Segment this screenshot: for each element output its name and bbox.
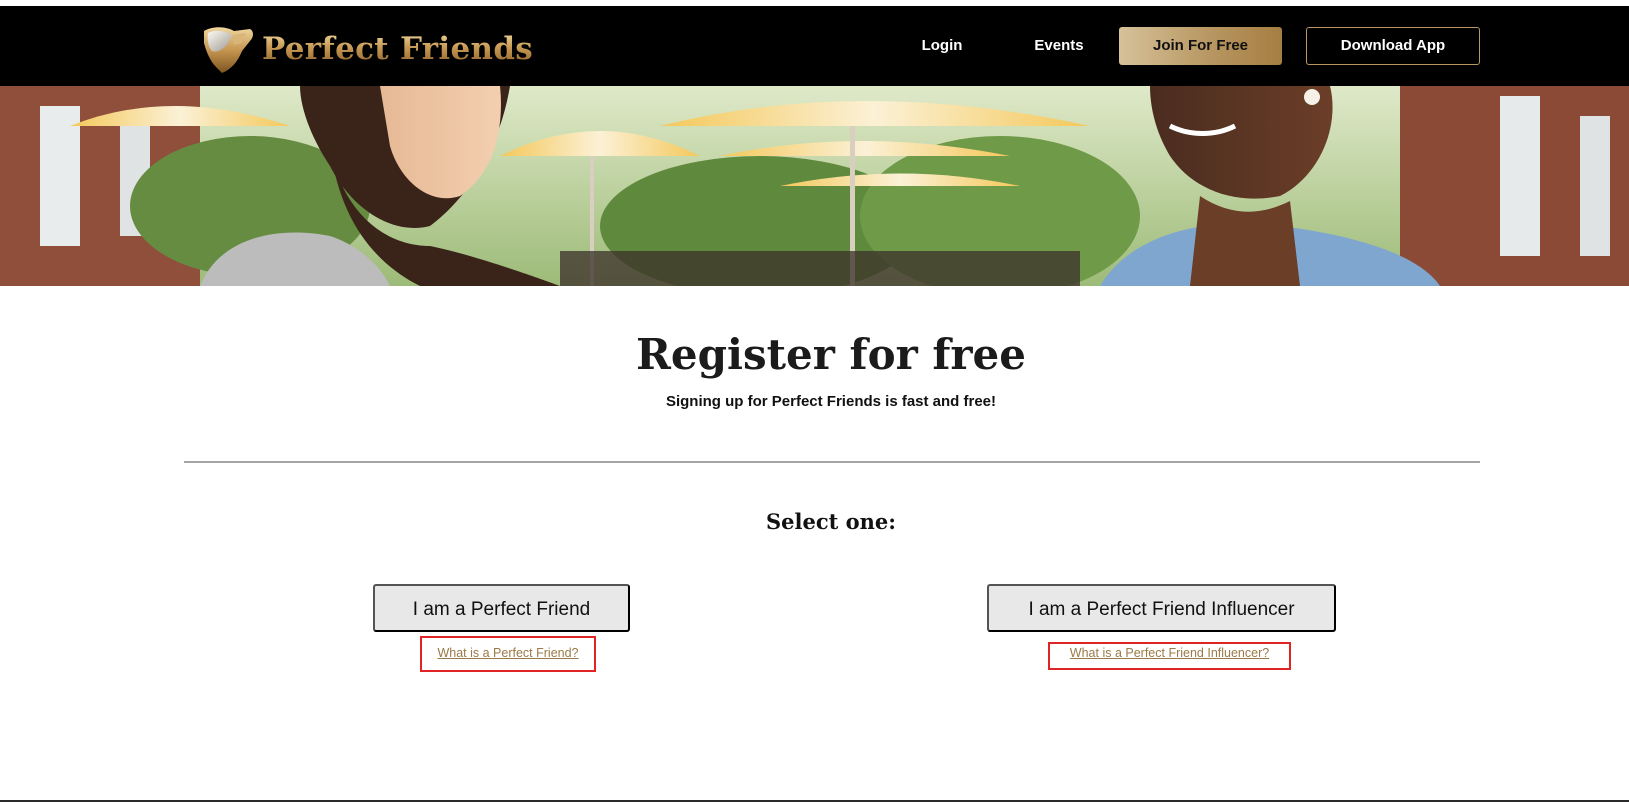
download-app-button[interactable]: Download App <box>1306 27 1480 65</box>
what-is-perfect-friend-link[interactable]: What is a Perfect Friend? <box>420 646 596 660</box>
brand-name: Perfect Friends <box>262 31 534 67</box>
nav-events-link[interactable]: Events <box>1024 30 1094 62</box>
page-title: Register for free <box>636 330 1026 379</box>
brand-logo[interactable]: Perfect Friends <box>198 20 533 78</box>
section-divider <box>184 461 1480 463</box>
what-is-influencer-link[interactable]: What is a Perfect Friend Influencer? <box>1048 646 1291 660</box>
handshake-icon <box>204 27 253 73</box>
hero-banner-image <box>0 86 1629 286</box>
page-subtitle: Signing up for Perfect Friends is fast a… <box>665 393 997 410</box>
perfect-friend-button[interactable]: I am a Perfect Friend <box>373 584 630 632</box>
join-for-free-button[interactable]: Join For Free <box>1119 27 1282 65</box>
select-one-heading: Select one: <box>765 509 897 534</box>
influencer-button[interactable]: I am a Perfect Friend Influencer <box>987 584 1336 632</box>
nav-login-link[interactable]: Login <box>912 30 972 62</box>
site-header: Perfect Friends Login Events Join For Fr… <box>0 6 1629 86</box>
